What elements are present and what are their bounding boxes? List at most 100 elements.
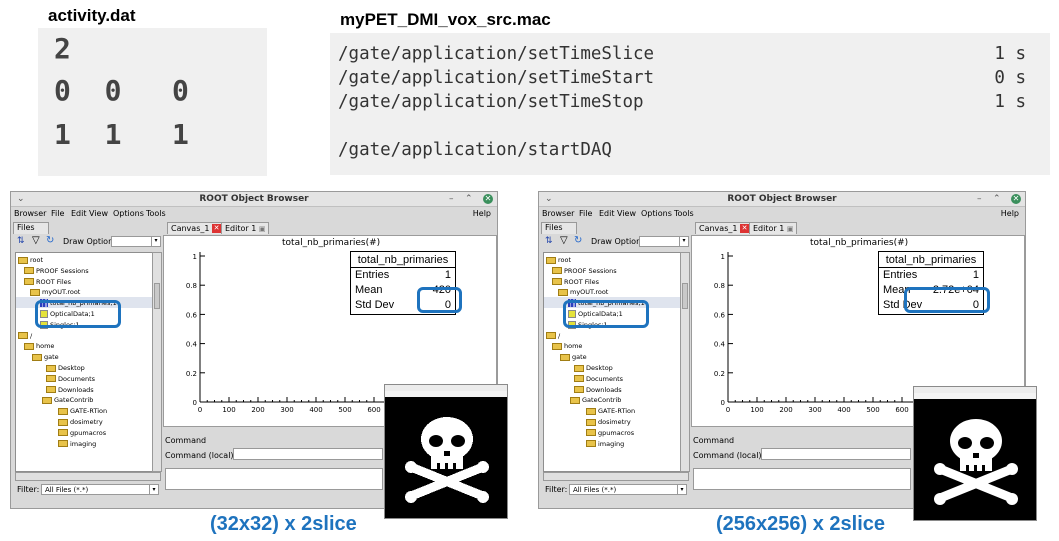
refresh-icon[interactable]: ↻ bbox=[46, 235, 54, 246]
tree-horizontal-scrollbar[interactable] bbox=[543, 472, 689, 481]
tree-node[interactable]: imaging bbox=[586, 439, 624, 450]
tree-vertical-scrollbar[interactable] bbox=[680, 252, 690, 472]
folder-icon bbox=[552, 342, 562, 350]
tree-node[interactable]: gpumacros bbox=[586, 428, 634, 439]
command-input[interactable] bbox=[761, 448, 911, 460]
tree-node[interactable]: PROOF Sessions bbox=[24, 266, 89, 277]
close-icon[interactable]: ✕ bbox=[1011, 194, 1021, 204]
tree-node-label: dosimetry bbox=[598, 418, 631, 426]
tab-canvas[interactable]: Canvas_1 ✕ bbox=[695, 222, 753, 234]
tree-node[interactable]: root bbox=[546, 255, 571, 266]
highlight-box-mean bbox=[904, 287, 990, 313]
y-tick-label: 1 bbox=[193, 253, 197, 261]
mac-file-title: myPET_DMI_vox_src.mac bbox=[340, 10, 551, 29]
stats-label: Std Dev bbox=[355, 299, 395, 311]
menu-item[interactable]: File bbox=[579, 209, 592, 218]
tab-command[interactable]: Command bbox=[165, 436, 206, 445]
folder-icon bbox=[586, 407, 596, 415]
tree-node[interactable]: / bbox=[18, 331, 32, 342]
window-titlebar[interactable]: ⌄ ROOT Object Browser – ⌃ ✕ bbox=[539, 192, 1025, 207]
tree-node[interactable]: Downloads bbox=[574, 385, 622, 396]
menu-item[interactable]: Edit bbox=[71, 209, 87, 218]
menu-item[interactable]: View bbox=[617, 209, 636, 218]
menu-item[interactable]: Options bbox=[113, 209, 144, 218]
tree-node[interactable]: imaging bbox=[58, 439, 96, 450]
tree-node[interactable]: ROOT Files bbox=[24, 277, 71, 288]
tree-node[interactable]: Downloads bbox=[46, 385, 94, 396]
tree-node[interactable]: Documents bbox=[574, 374, 623, 385]
tab-editor[interactable]: Editor 1 ▣ bbox=[749, 222, 798, 234]
tree-horizontal-scrollbar[interactable] bbox=[15, 472, 161, 481]
minimize-icon[interactable]: – bbox=[977, 194, 982, 204]
tree-node[interactable]: root bbox=[18, 255, 43, 266]
menu-item[interactable]: Edit bbox=[599, 209, 615, 218]
tree-node-label: gpumacros bbox=[598, 428, 635, 437]
filter-select[interactable]: All Files (*.*) ▾ bbox=[41, 484, 159, 495]
close-tab-icon[interactable]: ✕ bbox=[212, 224, 221, 233]
command-output bbox=[165, 468, 383, 490]
tree-node[interactable]: gate bbox=[32, 352, 59, 363]
tab-canvas[interactable]: Canvas_1 ✕ bbox=[167, 222, 225, 234]
tree-node[interactable]: gate bbox=[560, 352, 587, 363]
tab-files[interactable]: Files bbox=[13, 222, 49, 234]
menu-item[interactable]: View bbox=[89, 209, 108, 218]
folder-icon bbox=[546, 332, 556, 340]
menu-help[interactable]: Help bbox=[473, 209, 491, 218]
folder-icon bbox=[560, 353, 570, 361]
file-tree[interactable]: root PROOF Sessions ROOT Files myOUT.root to… bbox=[543, 252, 681, 472]
tree-node[interactable]: / bbox=[546, 331, 560, 342]
close-tab-icon[interactable]: ✕ bbox=[740, 224, 749, 233]
tree-node[interactable]: PROOF Sessions bbox=[552, 266, 617, 277]
tree-node[interactable]: Desktop bbox=[46, 363, 85, 374]
tree-node[interactable]: Documents bbox=[46, 374, 95, 385]
tree-node-label: Documents bbox=[58, 374, 96, 383]
filter-select[interactable]: All Files (*.*) ▾ bbox=[569, 484, 687, 495]
command-output bbox=[693, 468, 911, 490]
tree-node-label: imaging bbox=[598, 439, 625, 448]
refresh-icon[interactable]: ↻ bbox=[574, 235, 582, 246]
filter-icon[interactable]: ▽ bbox=[560, 235, 568, 246]
tree-node[interactable]: GATE-RTion bbox=[58, 406, 107, 417]
menu-item[interactable]: File bbox=[51, 209, 64, 218]
tree-node[interactable]: GATE-RTion bbox=[586, 406, 635, 417]
tree-node-label: home bbox=[36, 342, 55, 351]
menu-item[interactable]: Browser bbox=[542, 209, 574, 218]
folder-icon bbox=[18, 256, 28, 264]
command-input[interactable] bbox=[233, 448, 383, 460]
tree-node[interactable]: GateContrib bbox=[570, 395, 621, 406]
tab-command[interactable]: Command bbox=[693, 436, 734, 445]
tree-node[interactable]: dosimetry bbox=[58, 417, 103, 428]
mac-command-line: /gate/application/setTimeStart bbox=[338, 68, 655, 88]
tree-vertical-scrollbar[interactable] bbox=[152, 252, 162, 472]
draw-option-select[interactable]: ▾ bbox=[111, 236, 161, 247]
scrollbar-thumb[interactable] bbox=[154, 283, 160, 309]
tree-node[interactable]: GateContrib bbox=[42, 395, 93, 406]
minimize-icon[interactable]: – bbox=[449, 194, 454, 204]
close-icon[interactable]: ✕ bbox=[483, 194, 493, 204]
menu-item[interactable]: Tools bbox=[146, 209, 166, 218]
file-tree[interactable]: root PROOF Sessions ROOT Files myOUT.root to… bbox=[15, 252, 153, 472]
tab-files[interactable]: Files bbox=[541, 222, 577, 234]
tree-node[interactable]: ROOT Files bbox=[552, 277, 599, 288]
maximize-icon[interactable]: ⌃ bbox=[993, 194, 1001, 204]
tree-node[interactable]: home bbox=[24, 341, 54, 352]
scrollbar-thumb[interactable] bbox=[682, 283, 688, 309]
filter-icon[interactable]: ▽ bbox=[32, 235, 40, 246]
sort-icon[interactable]: ⇅ bbox=[17, 236, 25, 246]
window-titlebar[interactable]: ⌄ ROOT Object Browser – ⌃ ✕ bbox=[11, 192, 497, 207]
maximize-icon[interactable]: ⌃ bbox=[465, 194, 473, 204]
tab-canvas-label: Canvas_1 bbox=[699, 224, 738, 233]
sort-icon[interactable]: ⇅ bbox=[545, 236, 553, 246]
menu-item[interactable]: Options bbox=[641, 209, 672, 218]
tab-editor[interactable]: Editor 1 ▣ bbox=[221, 222, 270, 234]
folder-icon bbox=[30, 288, 40, 296]
tree-node[interactable]: Desktop bbox=[574, 363, 613, 374]
menu-item[interactable]: Browser bbox=[14, 209, 46, 218]
menu-help[interactable]: Help bbox=[1001, 209, 1019, 218]
tree-node[interactable]: dosimetry bbox=[586, 417, 631, 428]
folder-icon bbox=[574, 375, 584, 383]
tree-node[interactable]: gpumacros bbox=[58, 428, 106, 439]
tree-node[interactable]: home bbox=[552, 341, 582, 352]
menu-item[interactable]: Tools bbox=[674, 209, 694, 218]
draw-option-select[interactable]: ▾ bbox=[639, 236, 689, 247]
